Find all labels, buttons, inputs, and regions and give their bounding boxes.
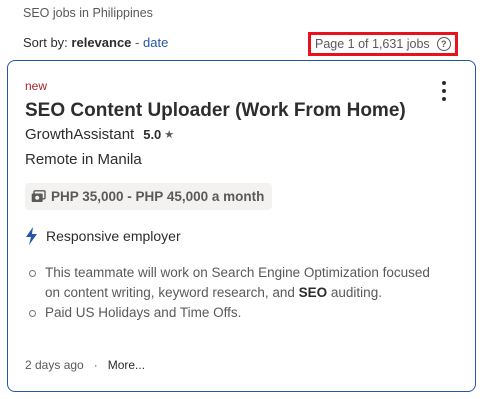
posted-date: 2 days ago <box>25 358 84 372</box>
company-rating: 5.0 <box>143 127 162 142</box>
more-link[interactable]: More... <box>108 358 145 372</box>
page-count: Page 1 of 1,631 jobs ? <box>308 32 458 56</box>
help-icon[interactable]: ? <box>436 37 451 51</box>
salary-icon <box>31 190 46 202</box>
page-count-text: Page 1 of 1,631 jobs <box>315 37 430 51</box>
lightning-icon <box>26 227 37 245</box>
company-line: GrowthAssistant 5.0 ★ <box>25 126 174 143</box>
job-snippet: This teammate will work on Search Engine… <box>25 263 445 323</box>
company-name[interactable]: GrowthAssistant <box>25 126 134 143</box>
breadcrumb: SEO jobs in Philippines <box>23 6 153 20</box>
job-location: Remote in Manila <box>25 151 142 168</box>
snippet-item: This teammate will work on Search Engine… <box>25 263 445 303</box>
salary-text: PHP 35,000 - PHP 45,000 a month <box>51 189 265 204</box>
sort-date-link[interactable]: date <box>143 35 168 50</box>
responsive-label: Responsive employer <box>46 228 181 244</box>
responsive-employer: Responsive employer <box>25 227 181 245</box>
star-icon: ★ <box>164 129 175 141</box>
more-options-icon[interactable] <box>438 79 450 103</box>
salary-badge: PHP 35,000 - PHP 45,000 a month <box>25 183 273 210</box>
snippet-item: Paid US Holidays and Time Offs. <box>25 303 445 323</box>
new-badge: new <box>25 79 48 93</box>
sort-bar: Sort by: relevance - date <box>23 35 168 50</box>
sort-relevance: relevance <box>71 35 132 50</box>
sort-label: Sort by: <box>23 35 68 50</box>
job-title[interactable]: SEO Content Uploader (Work From Home) <box>25 100 406 122</box>
footer-separator: · <box>93 358 98 372</box>
job-card[interactable]: new SEO Content Uploader (Work From Home… <box>7 60 476 392</box>
job-footer: 2 days ago · More... <box>25 358 145 372</box>
sort-separator: - <box>135 35 140 50</box>
